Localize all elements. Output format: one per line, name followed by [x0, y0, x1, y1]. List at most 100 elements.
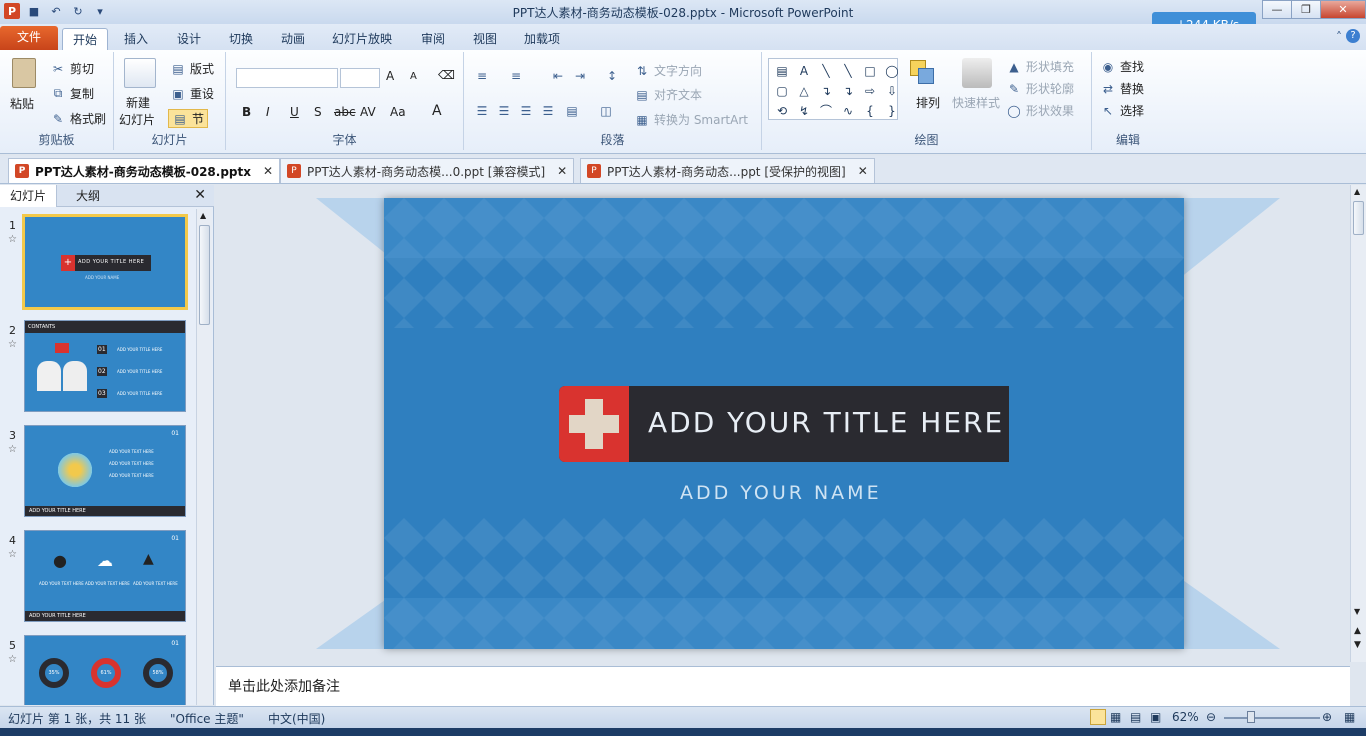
align-right-button[interactable]: ☰	[518, 103, 534, 119]
doc-tab-3[interactable]: P PPT达人素材-商务动态...ppt [受保护的视图] ✕	[580, 158, 875, 183]
tab-review[interactable]: 审阅	[411, 28, 455, 50]
shrink-font-button[interactable]: A	[410, 71, 417, 82]
reading-view-icon[interactable]: ▤	[1130, 710, 1141, 724]
doc-tab-2[interactable]: P PPT达人素材-商务动态模...0.ppt [兼容模式] ✕	[280, 158, 575, 183]
language[interactable]: 中文(中国)	[268, 710, 325, 727]
close-tab-icon[interactable]: ✕	[858, 164, 868, 178]
cut-button[interactable]: ✂ 剪切	[50, 60, 94, 77]
change-case-button[interactable]: Aa	[390, 105, 406, 119]
close-tab-icon[interactable]: ✕	[557, 164, 567, 178]
distribute-button[interactable]: ▤	[564, 103, 580, 119]
scroll-down-icon[interactable]: ▼	[1354, 607, 1360, 616]
paste-icon[interactable]	[8, 58, 40, 92]
slide-title[interactable]: ADD YOUR TITLE HERE	[648, 406, 1004, 439]
tab-addins[interactable]: 加载项	[514, 28, 570, 50]
tab-slideshow[interactable]: 幻灯片放映	[322, 28, 402, 50]
shape-outline-button[interactable]: ✎ 形状轮廓	[1006, 80, 1074, 97]
doc-tab-1[interactable]: P PPT达人素材-商务动态模板-028.pptx ✕	[8, 158, 281, 183]
shadow-button[interactable]: S	[314, 105, 322, 119]
bullets-button[interactable]: ≡	[474, 68, 490, 84]
font-color-button[interactable]: A	[432, 103, 442, 119]
collapse-ribbon-icon[interactable]: ˄	[1336, 30, 1342, 44]
slideshow-view-icon[interactable]: ▣	[1150, 710, 1161, 724]
notes-pane[interactable]: 单击此处添加备注	[216, 666, 1350, 706]
zoom-thumb[interactable]	[1247, 711, 1255, 723]
zoom-level[interactable]: 62%	[1172, 710, 1199, 724]
tab-design[interactable]: 设计	[167, 28, 211, 50]
zoom-in-icon[interactable]: ⊕	[1322, 710, 1332, 724]
layout-button[interactable]: ▤ 版式	[170, 60, 214, 77]
select-button[interactable]: ↖ 选择	[1100, 102, 1144, 119]
font-size-combo[interactable]	[340, 68, 380, 88]
bold-button[interactable]: B	[242, 105, 251, 119]
reset-button[interactable]: ▣ 重设	[170, 85, 214, 102]
replace-button[interactable]: ⇄ 替换	[1100, 80, 1144, 97]
paste-label[interactable]: 粘贴	[10, 95, 34, 112]
tab-outline[interactable]: 大纲	[66, 185, 110, 207]
shapes-gallery[interactable]: ▤ A ╲ ╲ □ ◯ ▢ △ ↴ ↴ ⇨ ⇩ ⟲ ↯ ⌒ ∿{}	[768, 58, 899, 120]
text-direction-button[interactable]: ⇅ 文字方向	[634, 62, 702, 79]
minimize-button[interactable]: —	[1262, 0, 1292, 19]
slide-subtitle[interactable]: ADD YOUR NAME	[680, 482, 882, 504]
help-icon[interactable]: ?	[1346, 29, 1360, 43]
zoom-slider[interactable]	[1224, 717, 1320, 719]
shape-effects-button[interactable]: ◯ 形状效果	[1006, 102, 1074, 119]
strikethrough-button[interactable]: abc	[334, 105, 356, 119]
tab-transitions[interactable]: 切换	[219, 28, 263, 50]
align-left-button[interactable]: ☰	[474, 103, 490, 119]
section-button[interactable]: ▤ 节	[168, 109, 209, 128]
numbering-button[interactable]: ≡	[508, 68, 524, 84]
panel-scroll-thumb[interactable]	[199, 225, 210, 325]
tab-home[interactable]: 开始	[62, 28, 109, 50]
arrange-label[interactable]: 排列	[916, 94, 940, 111]
justify-button[interactable]: ☰	[540, 103, 556, 119]
underline-button[interactable]: U	[290, 105, 299, 119]
align-text-button[interactable]: ▤ 对齐文本	[634, 86, 702, 103]
new-slide-label[interactable]: 新建	[126, 94, 150, 111]
normal-view-icon[interactable]	[1090, 709, 1106, 725]
char-spacing-button[interactable]: AV	[360, 105, 376, 119]
new-slide-label2[interactable]: 幻灯片	[119, 111, 155, 128]
tab-file[interactable]: 文件	[0, 26, 58, 50]
slide-thumbnail-5[interactable]: 01 35% 61% 58%	[24, 635, 186, 705]
font-name-combo[interactable]	[236, 68, 338, 88]
close-tab-icon[interactable]: ✕	[263, 164, 273, 178]
scroll-up-icon[interactable]: ▲	[200, 211, 206, 220]
slide-thumbnail-4[interactable]: 01 ● ☁ ▲ ADD YOUR TEXT HERE ADD YOUR TEX…	[24, 530, 186, 622]
slide-thumbnail-2[interactable]: CONTANTS 01 02 03 ADD YOUR TITLE HERE AD…	[24, 320, 186, 412]
fit-window-icon[interactable]: ▦	[1344, 710, 1355, 724]
quick-styles-icon[interactable]	[962, 58, 992, 88]
slide-sorter-icon[interactable]: ▦	[1110, 710, 1121, 724]
decrease-indent-button[interactable]: ⇤	[550, 68, 566, 84]
close-button[interactable]: ✕	[1320, 0, 1366, 19]
shape-fill-button[interactable]: ▲ 形状填充	[1006, 58, 1074, 75]
find-button[interactable]: ◉ 查找	[1100, 58, 1144, 75]
slide-thumbnail-1[interactable]: + ADD YOUR TITLE HERE ADD YOUR NAME	[22, 214, 188, 310]
restore-button[interactable]: ❐	[1291, 0, 1321, 19]
tab-slides[interactable]: 幻灯片	[0, 185, 58, 207]
notes-placeholder[interactable]: 单击此处添加备注	[228, 679, 340, 695]
canvas-scroll-thumb[interactable]	[1353, 201, 1364, 235]
line-spacing-button[interactable]: ↕	[604, 68, 620, 84]
previous-slide-icon[interactable]: ▲	[1354, 626, 1361, 636]
quick-styles-label[interactable]: 快速样式	[952, 94, 1000, 111]
canvas-scrollbar[interactable]: ▲ ▼ ▲ ▼	[1350, 185, 1366, 662]
align-center-button[interactable]: ☰	[496, 103, 512, 119]
grow-font-button[interactable]: A	[386, 69, 394, 83]
new-slide-icon[interactable]	[124, 58, 156, 88]
title-banner[interactable]: ADD YOUR TITLE HERE	[559, 386, 1009, 462]
convert-smartart-button[interactable]: ▦ 转换为 SmartArt	[634, 111, 748, 128]
tab-insert[interactable]: 插入	[114, 28, 158, 50]
tab-animations[interactable]: 动画	[271, 28, 315, 50]
tab-view[interactable]: 视图	[463, 28, 507, 50]
scroll-up-icon[interactable]: ▲	[1354, 187, 1360, 196]
next-slide-icon[interactable]: ▼	[1354, 640, 1361, 650]
columns-button[interactable]: ◫	[598, 103, 614, 119]
zoom-out-icon[interactable]: ⊖	[1206, 710, 1216, 724]
arrange-icon[interactable]	[906, 58, 936, 88]
copy-button[interactable]: ⧉ 复制	[50, 85, 94, 102]
format-painter-button[interactable]: ✎ 格式刷	[50, 110, 106, 127]
italic-button[interactable]: I	[266, 105, 270, 119]
increase-indent-button[interactable]: ⇥	[572, 68, 588, 84]
slide-thumbnail-3[interactable]: 01 ADD YOUR TEXT HERE ADD YOUR TEXT HERE…	[24, 425, 186, 517]
